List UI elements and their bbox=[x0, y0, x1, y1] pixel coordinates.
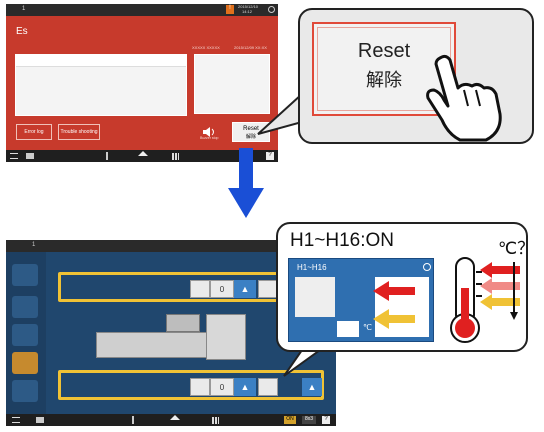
heater-arrows-icon bbox=[373, 281, 415, 329]
celsius-question: ℃？ bbox=[498, 239, 535, 258]
machine-unit bbox=[206, 314, 246, 360]
status-number-2: 1 bbox=[32, 242, 36, 248]
grid-icon[interactable] bbox=[172, 153, 179, 160]
buzzer-label: Buzzer stop bbox=[200, 136, 219, 140]
heater-callout-title: H1~H16:ON bbox=[290, 230, 395, 251]
troubleshooting-button[interactable]: Trouble shooting bbox=[58, 124, 100, 140]
menu-icon[interactable] bbox=[10, 153, 18, 159]
heater-panel-title: H1~H16 bbox=[297, 263, 327, 272]
heater-value-2[interactable]: 0 bbox=[210, 378, 234, 396]
pointing-hand-icon bbox=[426, 54, 502, 142]
monitor-icon[interactable] bbox=[26, 153, 34, 159]
monitor-icon[interactable] bbox=[36, 417, 44, 423]
up-button-2[interactable]: ▲ bbox=[234, 378, 256, 396]
error-list[interactable] bbox=[15, 54, 187, 116]
heater-icon[interactable] bbox=[12, 352, 38, 374]
heater-callout: H1~H16:ON H1~H16 ℃ ℃？ bbox=[276, 222, 534, 352]
heater-thumb-1[interactable] bbox=[190, 280, 210, 298]
error-row[interactable] bbox=[16, 55, 186, 67]
key-icon[interactable] bbox=[106, 152, 108, 160]
heater-panel: H1~H16 ℃ bbox=[288, 258, 434, 342]
error-log-button[interactable]: Error log bbox=[16, 124, 52, 140]
page-title: Es bbox=[16, 26, 28, 37]
speaker-icon[interactable] bbox=[202, 124, 216, 137]
gear-icon bbox=[295, 277, 335, 317]
status-bar: 1 ! 2015/12/10 14:12 bbox=[6, 4, 278, 16]
disc-icon[interactable] bbox=[12, 380, 38, 402]
menu-icon[interactable] bbox=[12, 417, 20, 423]
grid-icon[interactable] bbox=[212, 417, 219, 424]
tools-icon[interactable] bbox=[12, 296, 38, 318]
bottom-nav-2: ON 8x3 ? bbox=[6, 414, 336, 426]
col-header-1: XXXXX XXXXX bbox=[192, 45, 220, 50]
mode-badge[interactable]: 8x3 bbox=[302, 416, 316, 424]
heater-thumb-3[interactable] bbox=[190, 378, 210, 396]
help-button-2[interactable]: ? bbox=[322, 416, 330, 424]
on-badge[interactable]: ON bbox=[284, 416, 296, 424]
value-box bbox=[337, 321, 359, 337]
up-button-1[interactable]: ▲ bbox=[234, 280, 256, 298]
down-arrow-icon bbox=[228, 148, 264, 218]
reset-callout: Reset 解除 bbox=[298, 8, 534, 144]
power-icon[interactable] bbox=[268, 6, 275, 13]
help-button[interactable]: ? bbox=[266, 152, 274, 160]
status-number: 1 bbox=[22, 6, 26, 12]
layout-icon[interactable] bbox=[12, 264, 38, 286]
heater-value-1[interactable]: 0 bbox=[210, 280, 234, 298]
machine-head bbox=[166, 314, 200, 332]
thermometer-icon bbox=[450, 257, 520, 343]
home-icon[interactable] bbox=[138, 151, 148, 156]
settings-icon[interactable] bbox=[12, 324, 38, 346]
error-screen: 1 ! 2015/12/10 14:12 Es XXXXX XXXXX 2015… bbox=[6, 4, 278, 162]
alert-badge: ! bbox=[226, 5, 234, 14]
heater-thumb-2[interactable] bbox=[258, 280, 278, 298]
key-icon[interactable] bbox=[132, 416, 134, 424]
status-time: 14:12 bbox=[242, 9, 253, 14]
home-icon[interactable] bbox=[170, 415, 180, 420]
col-header-2: 2015/12/09 XX:XX bbox=[234, 45, 267, 50]
panel-status-icon bbox=[423, 263, 431, 271]
